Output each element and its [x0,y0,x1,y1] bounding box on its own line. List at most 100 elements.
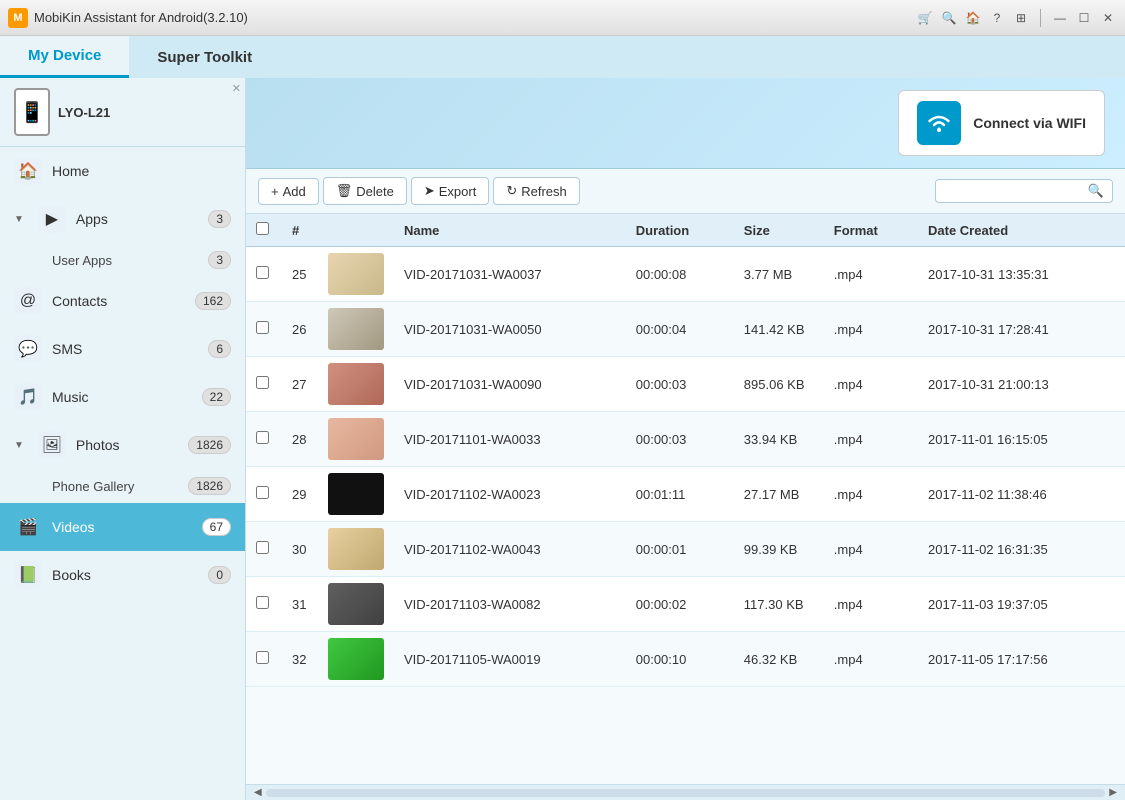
select-all-checkbox[interactable] [256,222,269,235]
add-icon: + [271,184,279,199]
music-nav-label: Music [52,389,192,405]
scroll-right-icon[interactable]: ▶ [1105,787,1121,798]
video-thumbnail-7 [328,638,384,680]
scroll-left-icon[interactable]: ◀ [250,787,266,798]
row-checkbox-cell [246,467,282,522]
toolbar: + Add 🗑 Delete ➤ Export ↻ Refresh 🔍 [246,169,1125,214]
close-button[interactable]: ✕ [1099,9,1117,27]
search-icon[interactable]: 🔍 [940,9,958,27]
refresh-button[interactable]: ↻ Refresh [493,177,579,205]
home-nav-label: Home [52,163,231,179]
app-logo: M [8,8,28,28]
sidebar-item-videos[interactable]: 🎬 Videos 67 [0,503,245,551]
sidebar-item-music[interactable]: 🎵 Music 22 [0,373,245,421]
col-format-header[interactable]: Format [824,214,918,247]
phone-gallery-badge: 1826 [188,477,231,495]
shop-icon[interactable]: 🛒 [916,9,934,27]
device-icon: 📱 [14,88,50,136]
photos-arrow-icon: ▼ [14,440,24,451]
row-name: VID-20171105-WA0019 [394,632,626,687]
row-date: 2017-11-02 16:31:35 [918,522,1125,577]
row-checkbox-3[interactable] [256,431,269,444]
sidebar-item-contacts[interactable]: @ Contacts 162 [0,277,245,325]
table-row: 32 VID-20171105-WA0019 00:00:10 46.32 KB… [246,632,1125,687]
row-thumbnail [318,522,394,577]
videos-nav-icon: 🎬 [14,513,42,541]
row-num: 30 [282,522,318,577]
row-name: VID-20171031-WA0037 [394,247,626,302]
col-date-header[interactable]: Date Created [918,214,1125,247]
photos-badge: 1826 [188,436,231,454]
contacts-nav-icon: @ [14,287,42,315]
row-checkbox-1[interactable] [256,321,269,334]
tab-super-toolkit[interactable]: Super Toolkit [129,36,280,78]
export-button[interactable]: ➤ Export [411,177,489,205]
horizontal-scrollbar[interactable]: ◀ ▶ [246,784,1125,800]
table-body: 25 VID-20171031-WA0037 00:00:08 3.77 MB … [246,247,1125,687]
app-title: MobiKin Assistant for Android(3.2.10) [34,10,916,25]
row-checkbox-0[interactable] [256,266,269,279]
help-icon[interactable]: ? [988,9,1006,27]
sidebar-item-books[interactable]: 📗 Books 0 [0,551,245,599]
home-icon[interactable]: 🏠 [964,9,982,27]
window-controls: 🛒 🔍 🏠 ? ⊞ — ☐ ✕ [916,9,1117,27]
add-button[interactable]: + Add [258,178,319,205]
tab-my-device[interactable]: My Device [0,36,129,78]
photos-nav-icon: 🖼 [38,431,66,459]
row-name: VID-20171101-WA0033 [394,412,626,467]
row-checkbox-cell [246,632,282,687]
add-label: Add [283,184,306,199]
row-checkbox-4[interactable] [256,486,269,499]
row-checkbox-7[interactable] [256,651,269,664]
row-duration: 00:00:08 [626,247,734,302]
music-badge: 22 [202,388,231,406]
content-area: Connect via WIFI + Add 🗑 Delete ➤ Export… [246,78,1125,800]
home-nav-icon: 🏠 [14,157,42,185]
sidebar-item-home[interactable]: 🏠 Home [0,147,245,195]
video-thumbnail-6 [328,583,384,625]
main-layout: 📱 LYO-L21 ✕ 🏠 Home ▼ ▶ Apps 3 User Apps … [0,78,1125,800]
sidebar: 📱 LYO-L21 ✕ 🏠 Home ▼ ▶ Apps 3 User Apps … [0,78,246,800]
scroll-track[interactable] [266,789,1106,797]
row-duration: 00:00:10 [626,632,734,687]
row-thumbnail [318,357,394,412]
col-thumb-header [318,214,394,247]
col-size-header[interactable]: Size [734,214,824,247]
minimize-button[interactable]: — [1051,9,1069,27]
row-size: 99.39 KB [734,522,824,577]
row-size: 117.30 KB [734,577,824,632]
table-row: 29 VID-20171102-WA0023 00:01:11 27.17 MB… [246,467,1125,522]
row-num: 27 [282,357,318,412]
col-name-header[interactable]: Name [394,214,626,247]
row-name: VID-20171102-WA0023 [394,467,626,522]
wifi-connect-button[interactable]: Connect via WIFI [898,90,1105,156]
delete-button[interactable]: 🗑 Delete [323,177,407,205]
col-duration-header[interactable]: Duration [626,214,734,247]
apps-badge: 3 [208,210,231,228]
row-format: .mp4 [824,247,918,302]
row-date: 2017-11-05 17:17:56 [918,632,1125,687]
row-checkbox-cell [246,522,282,577]
row-checkbox-2[interactable] [256,376,269,389]
video-thumbnail-1 [328,308,384,350]
sidebar-item-photos[interactable]: ▼ 🖼 Photos 1826 [0,421,245,469]
row-date: 2017-10-31 13:35:31 [918,247,1125,302]
refresh-icon: ↻ [506,183,517,199]
table-row: 28 VID-20171101-WA0033 00:00:03 33.94 KB… [246,412,1125,467]
sidebar-item-phone-gallery[interactable]: Phone Gallery 1826 [0,469,245,503]
table: # Name Duration Size Format Date Created… [246,214,1125,687]
device-close-button[interactable]: ✕ [232,82,241,95]
table-row: 31 VID-20171103-WA0082 00:00:02 117.30 K… [246,577,1125,632]
sidebar-item-sms[interactable]: 💬 SMS 6 [0,325,245,373]
sidebar-item-user-apps[interactable]: User Apps 3 [0,243,245,277]
settings-icon[interactable]: ⊞ [1012,9,1030,27]
sidebar-item-apps[interactable]: ▼ ▶ Apps 3 [0,195,245,243]
maximize-button[interactable]: ☐ [1075,9,1093,27]
row-date: 2017-10-31 17:28:41 [918,302,1125,357]
apps-arrow-icon: ▼ [14,214,24,225]
row-checkbox-6[interactable] [256,596,269,609]
row-checkbox-5[interactable] [256,541,269,554]
search-input[interactable] [944,184,1084,199]
row-size: 895.06 KB [734,357,824,412]
sms-nav-icon: 💬 [14,335,42,363]
